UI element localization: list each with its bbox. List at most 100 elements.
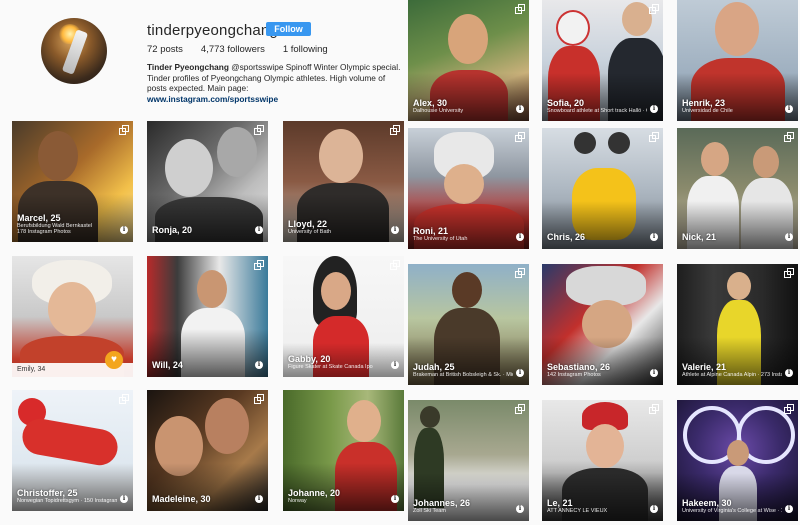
info-icon[interactable]: i: [785, 105, 793, 113]
tile-name: Le, 21: [547, 498, 573, 508]
tile-subtitle: Snowboard athlete at Short track Hallö ·…: [547, 108, 647, 114]
info-icon[interactable]: i: [120, 226, 128, 234]
tile-name: Johanne, 20: [288, 488, 341, 498]
multi-photo-icon: [254, 260, 264, 270]
tile-subtitle: Norwegian Topidrettsgym · 150 Instagram …: [17, 498, 117, 504]
info-icon[interactable]: i: [391, 495, 399, 503]
multi-photo-icon: [515, 268, 525, 278]
tile-name: Will, 24: [152, 360, 183, 370]
post-tile[interactable]: Sofia, 20 Snowboard athlete at Short trac…: [542, 0, 663, 121]
multi-photo-icon: [649, 4, 659, 14]
tile-name: Johannes, 26: [413, 498, 471, 508]
tile-name: Judah, 25: [413, 362, 455, 372]
bio-link[interactable]: www.instagram.com/sportsswipe: [147, 94, 402, 105]
post-tile[interactable]: Will, 24 i: [147, 256, 268, 377]
multi-photo-icon: [649, 132, 659, 142]
info-icon[interactable]: i: [650, 369, 658, 377]
bio-name: Tinder Pyeongchang: [147, 62, 229, 72]
tile-subtitle: 142 Instagram Photos: [547, 372, 601, 378]
tile-subtitle: Dalhousie University: [413, 108, 464, 114]
tile-name: Emily, 34: [17, 366, 46, 373]
post-tile[interactable]: Judah, 25 Brakeman at British Bobsleigh &…: [408, 264, 529, 385]
multi-photo-icon: [784, 404, 794, 414]
tile-name: Ronja, 20: [152, 225, 193, 235]
tile-name: Nick, 21: [682, 232, 717, 242]
post-tile[interactable]: Madeleine, 30 i: [147, 390, 268, 511]
info-icon[interactable]: i: [516, 369, 524, 377]
info-icon[interactable]: i: [785, 233, 793, 241]
post-tile[interactable]: Johanne, 20 Norway i: [283, 390, 404, 511]
info-icon[interactable]: i: [650, 233, 658, 241]
multi-photo-icon: [254, 125, 264, 135]
profile-bio: Tinder Pyeongchang @sportsswipe Spinoff …: [147, 62, 402, 104]
profile-stats: 72 posts 4,773 followers 1 following: [147, 44, 328, 55]
multi-photo-icon: [649, 404, 659, 414]
tile-name: Hakeem, 30: [682, 498, 732, 508]
tile-name: Chris, 26: [547, 232, 586, 242]
tile-name: Henrik, 23: [682, 98, 726, 108]
tile-subtitle: University of Bath: [288, 229, 332, 235]
tile-subtitle: University of Virginia's College at Wise…: [682, 508, 782, 514]
tile-name: Sebastiano, 26: [547, 362, 611, 372]
info-icon[interactable]: i: [391, 226, 399, 234]
post-tile[interactable]: Henrik, 23 Universidad de Chile i: [677, 0, 798, 121]
multi-photo-icon: [515, 4, 525, 14]
posts-count[interactable]: 72 posts: [147, 44, 183, 55]
tile-name: Lloyd, 22: [288, 219, 328, 229]
post-tile[interactable]: Nick, 21 i: [677, 128, 798, 249]
tile-subtitle: Athlete at Alpine Canada Alpin · 273 Ins…: [682, 372, 782, 378]
post-tile[interactable]: Christoffer, 25 Norwegian Topidrettsgym ·…: [12, 390, 133, 511]
post-tile[interactable]: Valerie, 21 Athlete at Alpine Canada Alpi…: [677, 264, 798, 385]
post-tile[interactable]: Gabby, 20 Figure Skater at Skate Canada I…: [283, 256, 404, 377]
post-tile[interactable]: Chris, 26 i: [542, 128, 663, 249]
profile-avatar[interactable]: [41, 18, 107, 84]
tile-subtitle: Norway: [288, 498, 307, 504]
info-icon[interactable]: i: [255, 361, 263, 369]
info-icon[interactable]: i: [650, 505, 658, 513]
tile-name: Gabby, 20: [288, 354, 331, 364]
tile-name: Marcel, 25: [17, 213, 61, 223]
multi-photo-icon: [784, 132, 794, 142]
post-tile[interactable]: Emily, 34 ♥: [12, 256, 133, 377]
heart-icon[interactable]: ♥: [105, 351, 123, 369]
multi-photo-icon: [784, 268, 794, 278]
tile-subtitle: The University of Utah: [413, 236, 468, 242]
multi-photo-icon: [390, 260, 400, 270]
followers-count[interactable]: 4,773 followers: [201, 44, 265, 55]
multi-photo-icon: [119, 125, 129, 135]
follow-button[interactable]: Follow: [266, 22, 311, 36]
info-icon[interactable]: i: [516, 505, 524, 513]
post-tile[interactable]: Lloyd, 22 University of Bath i: [283, 121, 404, 242]
multi-photo-icon: [515, 404, 525, 414]
post-tile[interactable]: Le, 21 ATT ANNECY LE VIEUX i: [542, 400, 663, 521]
post-tile[interactable]: Hakeem, 30 University of Virginia's Colle…: [677, 400, 798, 521]
info-icon[interactable]: i: [650, 105, 658, 113]
info-icon[interactable]: i: [255, 495, 263, 503]
profile-header: tinderpyeongchang Follow 72 posts 4,773 …: [0, 0, 404, 118]
post-tile[interactable]: Sebastiano, 26 142 Instagram Photos i: [542, 264, 663, 385]
info-icon[interactable]: i: [255, 226, 263, 234]
post-tile[interactable]: Johannes, 26 Zoll Ski Team i: [408, 400, 529, 521]
info-icon[interactable]: i: [785, 369, 793, 377]
tile-subtitle: Brakeman at British Bobsleigh & Sk. · Mi…: [413, 372, 513, 378]
tile-subtitle: Figure Skater at Skate Canada Ipo: [288, 364, 373, 370]
info-icon[interactable]: i: [516, 233, 524, 241]
following-count[interactable]: 1 following: [283, 44, 328, 55]
tile-subtitle: Universidad de Chile: [682, 108, 733, 114]
info-icon[interactable]: i: [391, 361, 399, 369]
post-tile[interactable]: Marcel, 25 Berufsbildung Wald Bernkastel 1…: [12, 121, 133, 242]
post-tile[interactable]: Roni, 21 The University of Utah i: [408, 128, 529, 249]
tile-subtitle: ATT ANNECY LE VIEUX: [547, 508, 608, 514]
multi-photo-icon: [515, 132, 525, 142]
post-tile[interactable]: Ronja, 20 i: [147, 121, 268, 242]
tile-name: Christoffer, 25: [17, 488, 78, 498]
tile-subtitle: Zoll Ski Team: [413, 508, 446, 514]
multi-photo-icon: [254, 394, 264, 404]
info-icon[interactable]: i: [516, 105, 524, 113]
tile-subtitle-2: 178 Instagram Photos: [17, 229, 71, 235]
tile-name: Madeleine, 30: [152, 494, 211, 504]
post-tile[interactable]: Alex, 30 Dalhousie University i: [408, 0, 529, 121]
multi-photo-icon: [390, 125, 400, 135]
info-icon[interactable]: i: [120, 495, 128, 503]
info-icon[interactable]: i: [785, 505, 793, 513]
